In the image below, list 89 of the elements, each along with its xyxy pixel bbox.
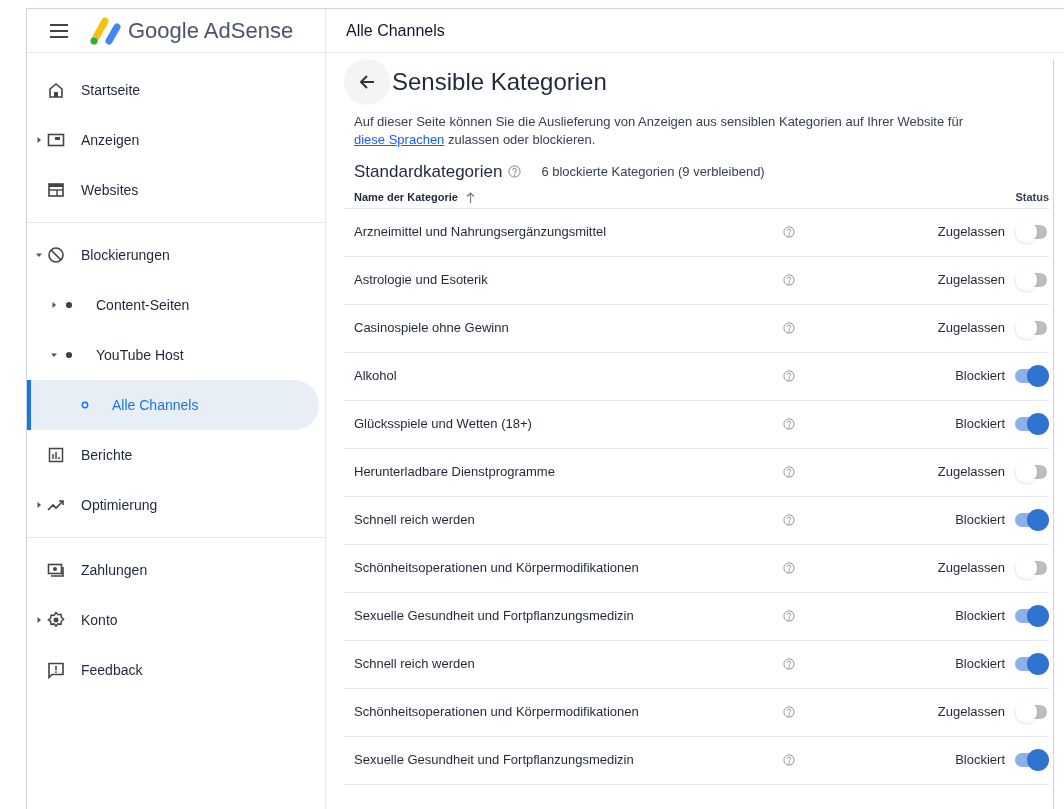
toggle-switch[interactable] [1015,365,1049,387]
help-icon[interactable] [508,165,522,179]
help-icon[interactable] [783,274,795,286]
toggle-switch[interactable] [1015,509,1049,531]
help-icon[interactable] [783,322,795,334]
sidebar-item[interactable]: Startseite [27,65,319,115]
block-icon [47,246,65,264]
blocked-count: 6 blockierte Kategorien (9 verbleibend) [541,163,765,181]
status-label: Zugelassen [937,463,1005,482]
help-icon[interactable] [783,514,795,526]
status-label: Blockiert [955,607,1005,626]
logo-icon [88,15,122,46]
chart-icon [47,446,65,464]
help-icon[interactable] [783,370,795,382]
caret-icon[interactable] [35,616,43,624]
sidebar-item[interactable]: Anzeigen [27,115,319,165]
status-label: Zugelassen [937,559,1005,578]
toggle-switch[interactable] [1015,605,1049,627]
settings-icon [47,611,65,629]
toggle-switch[interactable] [1015,653,1049,675]
payment-icon [47,561,65,579]
category-name: Sexuelle Gesundheit und Fortpflanzungsmedizin [354,751,635,770]
sidebar-item[interactable]: Content-Seiten [27,280,319,330]
status-label: Blockiert [955,511,1005,530]
ad-icon [47,131,65,149]
caret-icon[interactable] [50,301,58,309]
sidebar-item[interactable]: Konto [27,595,319,645]
description-text: Auf dieser Seite können Sie die Auslieferung von Anzeigen aus sensiblen Kategorien auf Ihrer Website für diese Sprachen zulassen oder blockieren. [353,113,964,149]
status-label: Zugelassen [937,703,1005,722]
caret-icon[interactable] [35,501,43,509]
status-label: Zugelassen [937,223,1005,242]
website-icon [47,181,65,199]
category-name: Herunterladbare Dienstprogramme [354,463,556,482]
back-button[interactable] [344,59,390,105]
toggle-switch[interactable] [1015,749,1049,771]
page-title: Alle Channels [346,20,445,41]
help-icon[interactable] [783,754,795,766]
category-name: Alkohol [354,367,398,386]
toggle-switch[interactable] [1015,317,1049,339]
caret-icon[interactable] [35,251,43,259]
sidebar-item[interactable]: Berichte [27,430,319,480]
sidebar-item[interactable]: Zahlungen [27,545,319,595]
arrow-icon [358,73,376,91]
sidebar-item[interactable]: Optimierung [27,480,319,530]
toggle-switch[interactable] [1015,269,1049,291]
category-name: Casinospiele ohne Gewinn [354,319,510,338]
category-name: Schnell reich werden [354,655,476,674]
help-icon[interactable] [783,418,795,430]
sidebar-item[interactable]: Websites [27,165,319,215]
status-label: Zugelassen [937,319,1005,338]
category-name: Astrologie und Esoterik [354,271,489,290]
toggle-switch[interactable] [1015,413,1049,435]
help-icon[interactable] [783,226,795,238]
category-name: Sexuelle Gesundheit und Fortpflanzungsmedizin [354,607,635,626]
category-name: Arzneimittel und Nahrungsergänzungsmittel [354,223,608,242]
help-icon[interactable] [783,466,795,478]
help-icon[interactable] [783,706,795,718]
toggle-switch[interactable] [1015,461,1049,483]
caret-icon[interactable] [50,351,58,359]
sidebar-item[interactable]: YouTube Host [27,330,319,380]
category-name: Schnell reich werden [354,511,476,530]
toggle-switch[interactable] [1015,221,1049,243]
sidebar-item[interactable]: Alle Channels [27,380,319,430]
category-name: Schönheitsoperationen und Körpermodifikationen [354,703,640,722]
home-icon [47,81,65,99]
status-label: Blockiert [955,751,1005,770]
feedback-icon [47,661,65,679]
category-name: Glücksspiele und Wetten (18+) [354,415,533,434]
section-heading: Standardkategorien [354,161,503,183]
status-label: Zugelassen [937,271,1005,290]
menu-icon[interactable] [50,23,68,38]
column-header[interactable]: Name der Kategorie [354,188,458,206]
help-icon[interactable] [783,610,795,622]
toggle-switch[interactable] [1015,701,1049,723]
sidebar-item[interactable]: Blockierungen [27,230,319,280]
sidebar-item[interactable]: Feedback [27,645,319,695]
column-header: Status [1015,189,1049,205]
help-icon[interactable] [783,658,795,670]
sort-arrow-icon[interactable] [465,191,475,203]
help-icon[interactable] [783,562,795,574]
status-label: Blockiert [955,367,1005,386]
status-label: Blockiert [955,655,1005,674]
caret-icon[interactable] [35,136,43,144]
languages-link[interactable]: diese Sprachen [354,132,445,147]
product-name: Google AdSense [128,17,294,45]
status-label: Blockiert [955,415,1005,434]
category-name: Schönheitsoperationen und Körpermodifikationen [354,559,640,578]
toggle-switch[interactable] [1015,557,1049,579]
page-heading: Sensible Kategorien [392,67,607,97]
